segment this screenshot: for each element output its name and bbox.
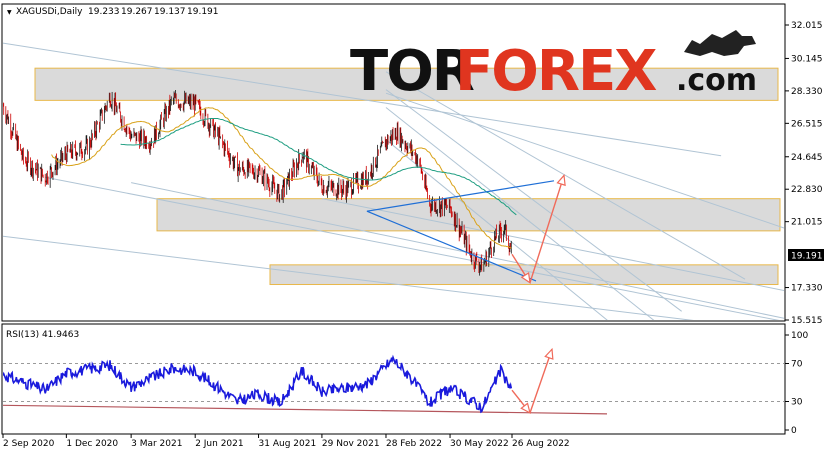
sr-zone bbox=[269, 264, 779, 286]
time-tick-label: 31 Aug 2021 bbox=[259, 439, 317, 449]
price-tick-label: 15.515 bbox=[791, 316, 823, 326]
rsi-tick-label: 100 bbox=[791, 331, 808, 341]
time-tick-label: 29 Nov 2021 bbox=[322, 439, 380, 449]
time-tick-label: 26 Aug 2022 bbox=[512, 439, 570, 449]
logo-part2: FOREX bbox=[455, 39, 657, 104]
price-tick-label: 22.830 bbox=[791, 185, 823, 195]
sr-zone bbox=[156, 198, 781, 232]
time-axis: 2 Sep 2020 1 Dec 2020 3 Mar 2021 2 Jun 2021… bbox=[2, 434, 570, 449]
rsi-tick-label: 30 bbox=[791, 398, 803, 408]
price-tick-label: 28.330 bbox=[791, 87, 823, 97]
price-tick-label: 26.515 bbox=[791, 119, 823, 129]
chart-canvas: 32.015 30.145 28.330 26.515 24.645 22.830 21.0… bbox=[1, 3, 824, 449]
last-price-tag: 19.191 bbox=[791, 252, 823, 262]
price-axis: 32.015 30.145 28.330 26.515 24.645 22.830 21.0… bbox=[785, 21, 823, 326]
rsi-tick-label: 70 bbox=[791, 360, 803, 370]
ohlc-close: 19.191 bbox=[187, 7, 219, 17]
ohlc-open: 19.233 bbox=[88, 7, 120, 17]
rsi-tick-label: 0 bbox=[791, 426, 797, 436]
price-tick-label: 24.645 bbox=[791, 153, 823, 163]
symbol-menu-icon[interactable]: ▼ bbox=[7, 9, 12, 16]
time-tick-label: 1 Dec 2020 bbox=[66, 439, 118, 449]
price-tick-label: 32.015 bbox=[791, 21, 823, 31]
ohlc-low: 19.137 bbox=[154, 7, 186, 17]
time-tick-label: 2 Sep 2020 bbox=[3, 439, 55, 449]
price-tick-label: 30.145 bbox=[791, 54, 823, 64]
time-tick-label: 30 May 2022 bbox=[450, 439, 509, 449]
rsi-axis: 100 70 30 0 bbox=[785, 331, 808, 436]
time-tick-label: 3 Mar 2021 bbox=[131, 439, 182, 449]
time-tick-label: 2 Jun 2021 bbox=[195, 439, 243, 449]
price-tick-label: 21.015 bbox=[791, 218, 823, 228]
logo-part3: .com bbox=[676, 63, 757, 98]
ohlc-high: 19.267 bbox=[121, 7, 153, 17]
price-tick-label: 17.330 bbox=[791, 284, 823, 294]
time-tick-label: 28 Feb 2022 bbox=[386, 439, 442, 449]
symbol-label: XAGUSDi,Daily bbox=[16, 7, 83, 17]
rsi-label: RSI(13) 41.9463 bbox=[6, 330, 79, 340]
